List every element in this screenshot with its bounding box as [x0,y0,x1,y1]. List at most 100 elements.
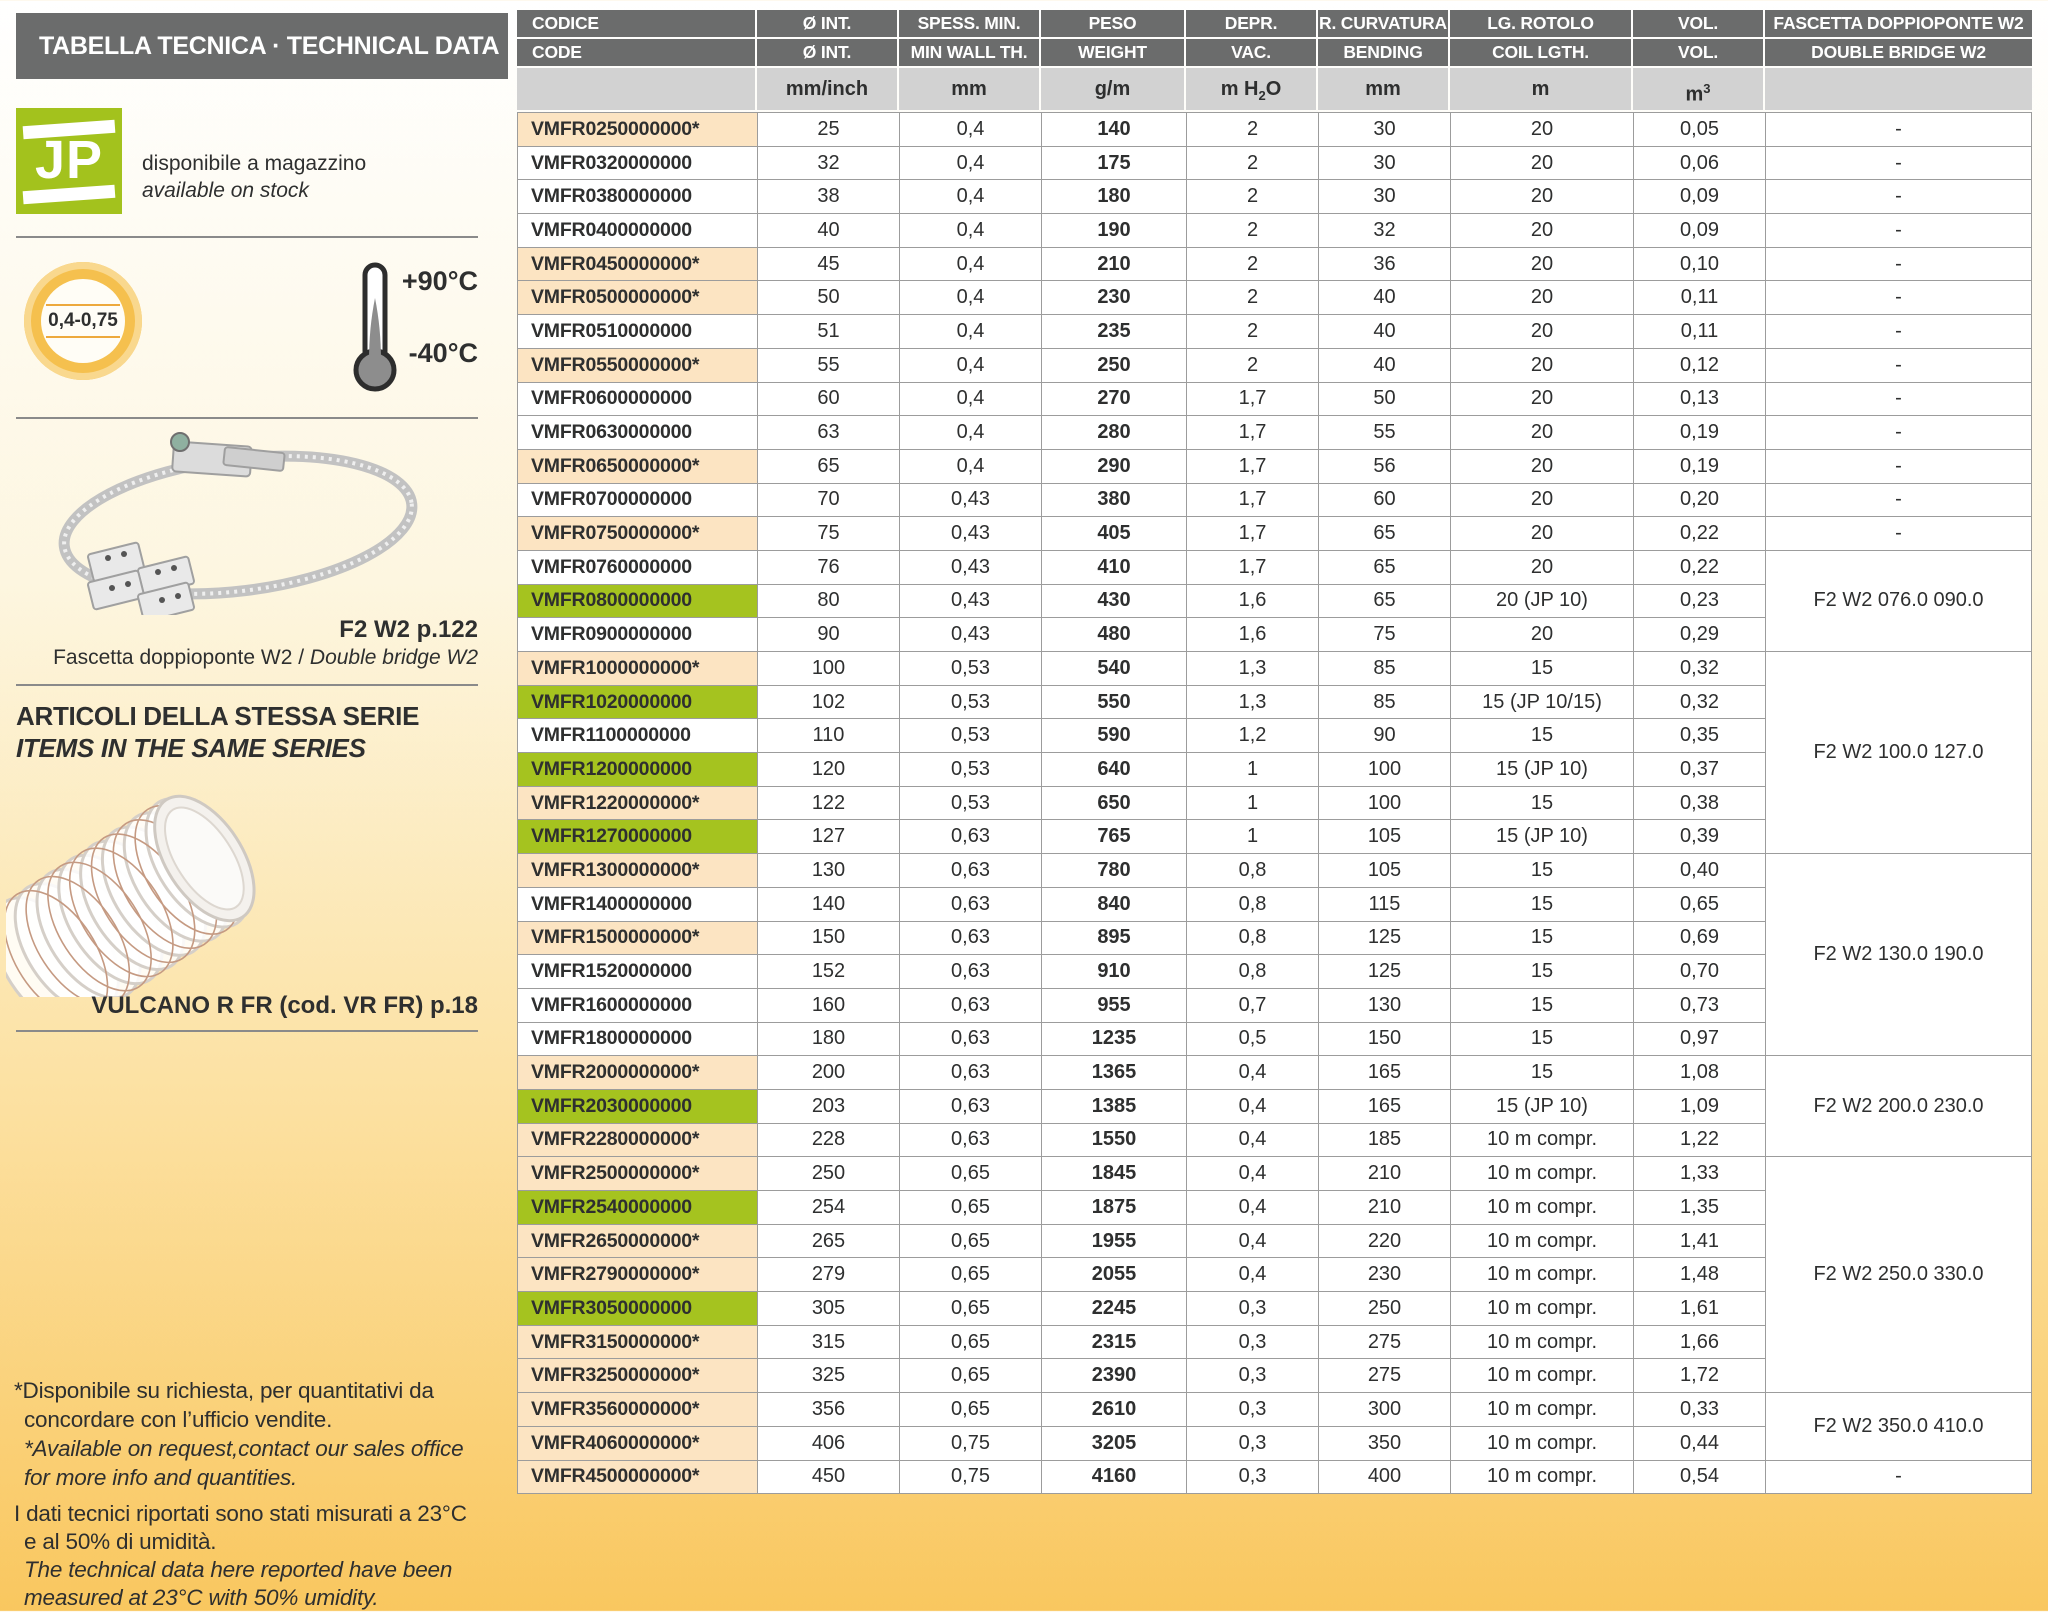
coil-length-cell: 20 [1451,449,1634,483]
volume-cell: 0,97 [1634,1022,1766,1056]
min-wall-cell: 0,4 [900,315,1042,349]
coil-length-cell: 15 [1451,887,1634,921]
inner-diameter-cell: 45 [758,247,900,281]
code-cell: VMFR0500000000* [518,281,758,315]
code-cell: VMFR0250000000* [518,113,758,147]
min-wall-cell: 0,63 [900,1022,1042,1056]
vacuum-cell: 0,4 [1187,1191,1319,1225]
double-bridge-clamp-cell: - [1766,247,2032,281]
weight-cell: 210 [1042,247,1187,281]
temperature-min: -40°C [409,338,478,369]
volume-cell: 0,22 [1634,550,1766,584]
coil-length-cell: 10 m compr. [1451,1224,1634,1258]
weight-cell: 1365 [1042,1056,1187,1090]
min-wall-cell: 0,65 [900,1325,1042,1359]
min-wall-cell: 0,63 [900,955,1042,989]
column-header-it-7: VOL. [1633,10,1763,37]
bending-radius-cell: 100 [1319,753,1451,787]
min-wall-cell: 0,63 [900,1123,1042,1157]
coil-length-cell: 15 [1451,719,1634,753]
inner-diameter-cell: 55 [758,348,900,382]
volume-cell: 0,09 [1634,180,1766,214]
code-cell: VMFR3150000000* [518,1325,758,1359]
inner-diameter-cell: 100 [758,652,900,686]
unit-header-1: mm/inch [757,68,897,110]
min-wall-cell: 0,63 [900,887,1042,921]
inner-diameter-cell: 75 [758,517,900,551]
footnote-line-en: for more info and quantities. [14,1463,494,1492]
code-cell: VMFR4500000000* [518,1460,758,1494]
vacuum-cell: 1 [1187,786,1319,820]
table-row: VMFR0550000000*550,4250240200,12- [518,348,2032,382]
code-cell: VMFR4060000000* [518,1426,758,1460]
min-wall-cell: 0,53 [900,685,1042,719]
min-wall-cell: 0,4 [900,449,1042,483]
table-row: VMFR1300000000*1300,637800,8105150,40F2 … [518,854,2032,888]
temperature-max: +90°C [402,266,478,297]
divider [16,236,478,238]
table-row: VMFR0760000000760,434101,765200,22F2 W2 … [518,550,2032,584]
code-cell: VMFR1220000000* [518,786,758,820]
column-header-en-0: CODE [517,39,755,66]
double-bridge-clamp-cell: - [1766,416,2032,450]
double-bridge-clamp-cell: - [1766,315,2032,349]
min-wall-cell: 0,4 [900,281,1042,315]
bending-radius-cell: 220 [1319,1224,1451,1258]
footnote-line-it: *Disponibile su richiesta, per quantitat… [14,1376,494,1405]
vacuum-cell: 1 [1187,820,1319,854]
bending-radius-cell: 275 [1319,1359,1451,1393]
table-row: VMFR0510000000510,4235240200,11- [518,315,2032,349]
double-bridge-clamp-cell: - [1766,382,2032,416]
code-cell: VMFR2280000000* [518,1123,758,1157]
inner-diameter-cell: 152 [758,955,900,989]
bending-radius-cell: 60 [1319,483,1451,517]
weight-cell: 955 [1042,988,1187,1022]
volume-cell: 0,05 [1634,113,1766,147]
coil-length-cell: 10 m compr. [1451,1292,1634,1326]
vacuum-cell: 2 [1187,113,1319,147]
coil-length-cell: 20 [1451,382,1634,416]
table-row: VMFR0630000000630,42801,755200,19- [518,416,2032,450]
bending-radius-cell: 400 [1319,1460,1451,1494]
unit-header-4: m H2O [1186,68,1316,110]
footnote-availability: *Disponibile su richiesta, per quantitat… [14,1376,494,1492]
bending-radius-cell: 32 [1319,214,1451,248]
code-cell: VMFR3560000000* [518,1393,758,1427]
code-cell: VMFR2000000000* [518,1056,758,1090]
vacuum-cell: 0,3 [1187,1460,1319,1494]
min-wall-cell: 0,53 [900,753,1042,787]
coil-length-cell: 10 m compr. [1451,1393,1634,1427]
weight-cell: 235 [1042,315,1187,349]
table-row: VMFR0320000000320,4175230200,06- [518,146,2032,180]
footnote-measurement: I dati tecnici riportati sono stati misu… [14,1500,494,1612]
code-cell: VMFR0320000000 [518,146,758,180]
min-wall-cell: 0,43 [900,618,1042,652]
inner-diameter-cell: 38 [758,180,900,214]
vacuum-cell: 2 [1187,180,1319,214]
coil-length-cell: 15 (JP 10) [1451,753,1634,787]
weight-cell: 2055 [1042,1258,1187,1292]
weight-cell: 1385 [1042,1089,1187,1123]
inner-diameter-cell: 130 [758,854,900,888]
column-header-en-4: VAC. [1186,39,1316,66]
inner-diameter-cell: 228 [758,1123,900,1157]
volume-cell: 0,65 [1634,887,1766,921]
vacuum-cell: 0,3 [1187,1426,1319,1460]
inner-diameter-cell: 254 [758,1191,900,1225]
volume-cell: 0,44 [1634,1426,1766,1460]
min-wall-cell: 0,65 [900,1157,1042,1191]
same-series-heading-it: ARTICOLI DELLA STESSA SERIE [16,700,419,732]
inner-diameter-cell: 305 [758,1292,900,1326]
min-wall-cell: 0,4 [900,348,1042,382]
code-cell: VMFR1800000000 [518,1022,758,1056]
min-wall-cell: 0,53 [900,719,1042,753]
code-cell: VMFR0400000000 [518,214,758,248]
vacuum-cell: 0,8 [1187,955,1319,989]
footnote-line-it: I dati tecnici riportati sono stati misu… [14,1500,494,1528]
clamp-caption: Fascetta doppioponte W2 / Double bridge … [16,646,478,670]
coil-length-cell: 20 [1451,247,1634,281]
column-header-it-8: FASCETTA DOPPIOPONTE W2 [1765,10,2032,37]
code-cell: VMFR0550000000* [518,348,758,382]
volume-cell: 1,33 [1634,1157,1766,1191]
code-cell: VMFR0700000000 [518,483,758,517]
